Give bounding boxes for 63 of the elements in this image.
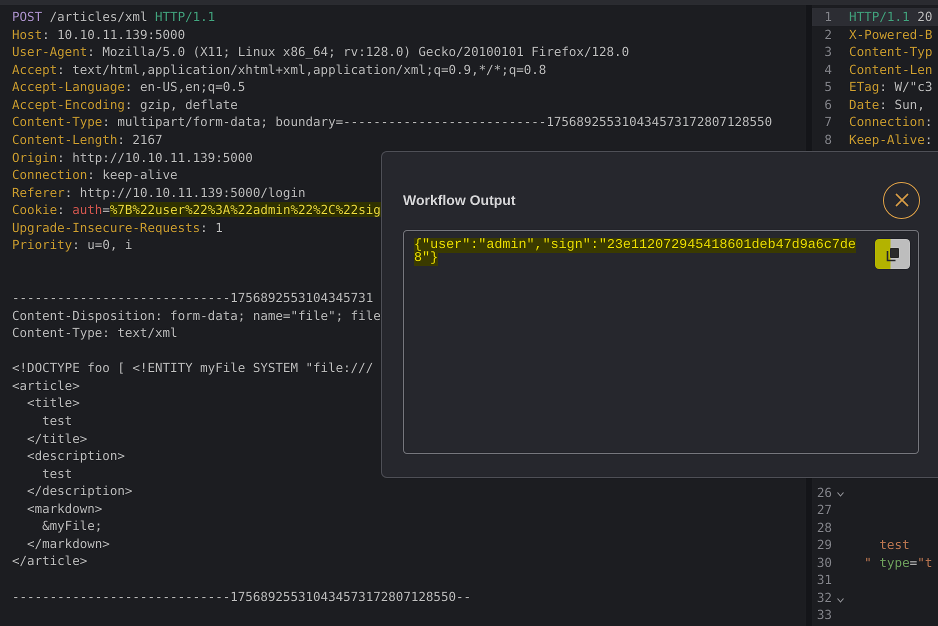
code-line: Content-Disposition: form-data; name="file"; file: [12, 308, 381, 323]
close-button[interactable]: [883, 182, 920, 218]
code-line: test: [41, 466, 72, 481]
code-line: Referer: http://10.10.11.139:5000/login: [12, 184, 306, 200]
code-line: test: [41, 412, 72, 428]
code-line: <article>: [12, 378, 80, 393]
code-line: Connection:: [849, 114, 932, 130]
code-line: &myFile;: [41, 518, 102, 534]
code-line: Content-Length: 2167: [12, 132, 163, 147]
code-line: ETag: W/"c3: [849, 79, 932, 94]
code-line: -----------------------------1756892553104345731: [12, 290, 374, 305]
code-line: Content-Type: text/xml: [12, 325, 178, 340]
code-line: POST /articles/xml HTTP/1.1: [12, 9, 216, 24]
code-line: Content-Typ: [849, 44, 932, 60]
line-number: 2: [823, 26, 832, 44]
code-line: <!DOCTYPE foo [ <!ENTITY myFile SYSTEM "file:///: [12, 360, 374, 376]
code-line: HTTP/1.1 20: [849, 9, 932, 24]
line-number: 7: [823, 113, 832, 131]
code-line: Host: 10.10.11.139:5000: [12, 26, 186, 42]
copy-icon: [886, 246, 900, 262]
line-number: 5: [823, 78, 832, 96]
line-number: 4: [823, 60, 832, 78]
line-number: 6: [823, 96, 832, 114]
code-line: Origin: http://10.10.11.139:5000: [12, 150, 253, 164]
line-number: 8: [823, 130, 832, 148]
code-line: <title>: [26, 395, 80, 410]
code-line: </title>: [26, 430, 88, 446]
line-number: 3: [823, 43, 832, 61]
chevron-icon[interactable]: [837, 598, 844, 603]
copy-button[interactable]: [875, 239, 910, 269]
code-line: Content-Type: multipart/form-data; boundary=---------------------------175689255310434573172807128550: [12, 114, 772, 130]
code-line: </markdown>: [26, 536, 110, 551]
line-number: 29: [816, 536, 832, 554]
code-line: -----------------------------175689255310434573172807128550--: [12, 588, 472, 604]
code-line: test: [878, 537, 910, 552]
line-number: 28: [816, 518, 832, 536]
code-line: Connection: keep-alive: [12, 167, 178, 182]
line-number: 32: [816, 588, 832, 606]
code-line: User-Agent: Mozilla/5.0 (X11; Linux x86_64; rv:128.0) Gecko/20100101 Firefox/128.0: [12, 44, 630, 60]
code-line: Accept: text/html,application/xhtml+xml,application/xml;q=0.9,*/*;q=0.8: [12, 62, 546, 77]
line-number: 30: [816, 554, 832, 572]
code-line: Content-Len: [849, 62, 932, 77]
code-line: Keep-Alive:: [849, 132, 932, 147]
code-line: Cookie: auth=%7B%22user%22%3A%22admin%22%2C%22sig: [12, 202, 381, 218]
line-number: 31: [816, 571, 832, 589]
code-line: Upgrade-Insecure-Requests: 1: [12, 220, 223, 235]
code-line: <description>: [26, 448, 125, 464]
code-line: Accept-Encoding: gzip, deflate: [12, 96, 238, 112]
line-number: 33: [816, 606, 832, 624]
dialog-title: Workflow Output: [403, 190, 516, 210]
code-line: X-Powered-B: [849, 26, 932, 42]
line-number: 1: [823, 8, 832, 26]
code-line: Date: Sun,: [849, 96, 925, 112]
code-line: <markdown>: [26, 500, 102, 516]
code-line: Accept-Language: en-US,en;q=0.5: [12, 79, 246, 94]
close-icon: [894, 193, 908, 207]
code-line: </article>: [12, 553, 88, 568]
chevron-icon[interactable]: [837, 492, 844, 498]
line-number: 27: [816, 501, 832, 519]
line-number: 26: [816, 484, 832, 502]
code-line: </description>: [26, 483, 132, 498]
code-line: " type="t: [863, 554, 932, 570]
code-line: Priority: u=0, i: [12, 237, 132, 252]
